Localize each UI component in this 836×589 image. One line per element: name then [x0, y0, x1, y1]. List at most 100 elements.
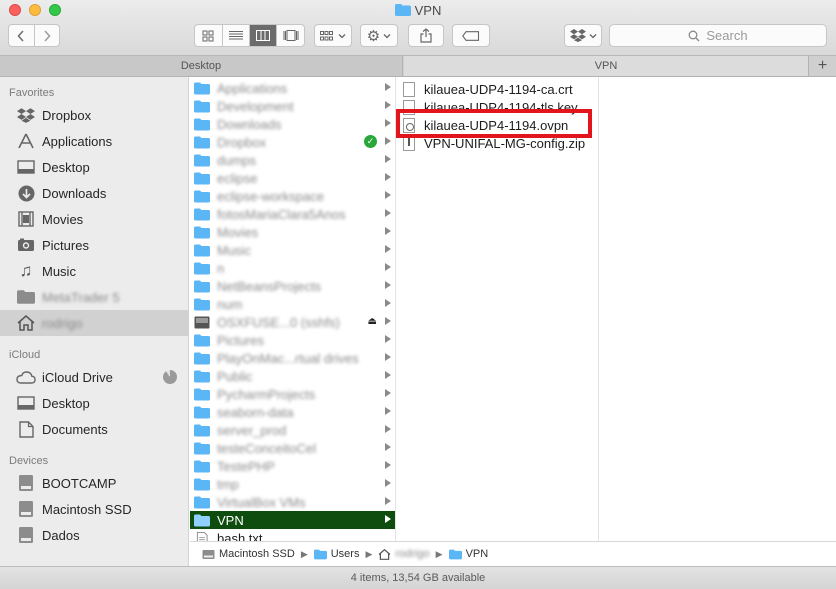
folder-icon	[16, 288, 36, 306]
sidebar-item-icloud-desktop[interactable]: Desktop	[0, 390, 189, 416]
sidebar-item-home[interactable]: rodrigo	[0, 310, 189, 336]
folder-icon	[313, 549, 327, 559]
sidebar-item-label: Music	[42, 263, 76, 279]
tab-desktop[interactable]: Desktop	[0, 56, 403, 76]
home-icon	[16, 314, 36, 332]
sidebar-item-dados[interactable]: Dados	[0, 522, 189, 548]
folder-row-vpn[interactable]: VPN	[190, 511, 395, 529]
folder-icon	[194, 388, 210, 400]
forward-button[interactable]	[35, 25, 60, 46]
search-field[interactable]: Search	[609, 24, 827, 47]
folder-row[interactable]: Dropbox ✓	[190, 133, 395, 151]
sidebar-item-label: Documents	[42, 421, 108, 437]
dropbox-menu-button[interactable]	[564, 24, 602, 47]
folder-row[interactable]: Applications	[190, 79, 395, 97]
sync-progress-icon	[163, 370, 177, 384]
folder-row[interactable]: Development	[190, 97, 395, 115]
disclosure-arrow-icon	[385, 371, 391, 379]
folder-row[interactable]: VirtualBox VMs	[190, 493, 395, 511]
path-item-vpn[interactable]: VPN	[448, 548, 488, 560]
sidebar-item-bootcamp[interactable]: BOOTCAMP	[0, 470, 189, 496]
folder-row[interactable]: PycharmProjects	[190, 385, 395, 403]
key-file-icon	[403, 99, 415, 115]
sidebar-item-macintosh-ssd[interactable]: Macintosh SSD	[0, 496, 189, 522]
folder-row[interactable]: server_prod	[190, 421, 395, 439]
disk-icon	[202, 549, 215, 559]
column-view-button[interactable]	[249, 25, 278, 46]
folder-icon	[194, 172, 210, 184]
sidebar-item-desktop[interactable]: Desktop	[0, 154, 189, 180]
gallery-view-button[interactable]	[277, 25, 304, 46]
folder-row[interactable]: Public	[190, 367, 395, 385]
eject-icon[interactable]: ⏏	[368, 316, 377, 327]
sidebar-item-icloud-drive[interactable]: iCloud Drive	[0, 364, 189, 390]
disk-icon	[16, 526, 36, 544]
disclosure-arrow-icon	[385, 191, 391, 199]
disclosure-arrow-icon	[385, 281, 391, 289]
list-icon	[228, 31, 243, 40]
folder-icon	[194, 334, 210, 346]
folder-icon	[194, 226, 210, 238]
file-row[interactable]: bash.txt	[190, 529, 395, 541]
status-bar: 4 items, 13,54 GB available	[0, 566, 836, 589]
gallery-icon	[283, 30, 299, 41]
sidebar-item-movies[interactable]: Movies	[0, 206, 189, 232]
disclosure-arrow-icon	[385, 263, 391, 271]
folder-row[interactable]: tmp	[190, 475, 395, 493]
folder-icon	[194, 208, 210, 220]
disclosure-arrow-icon	[385, 83, 391, 91]
zip-file-icon	[403, 135, 415, 151]
sidebar-item-dropbox[interactable]: Dropbox	[0, 102, 189, 128]
folder-row[interactable]: NetBeansProjects	[190, 277, 395, 295]
list-view-button[interactable]	[223, 25, 250, 46]
sidebar: Favorites Dropbox Applications Desktop D…	[0, 77, 189, 566]
tab-vpn[interactable]: VPN	[404, 56, 808, 76]
file-name: kilauea-UDP4-1194-ca.crt	[424, 81, 573, 97]
disclosure-arrow-icon	[385, 335, 391, 343]
path-item-disk[interactable]: Macintosh SSD	[202, 548, 295, 560]
item-name: Music	[217, 242, 251, 258]
action-menu-button[interactable]: ⚙	[360, 24, 398, 47]
folder-row[interactable]: seaborn-data	[190, 403, 395, 421]
path-item-home[interactable]: rodrigo	[378, 548, 430, 560]
item-name: Applications	[217, 80, 288, 96]
sidebar-item-downloads[interactable]: Downloads	[0, 180, 189, 206]
folder-row[interactable]: Movies	[190, 223, 395, 241]
file-row-ca-crt[interactable]: kilauea-UDP4-1194-ca.crt	[397, 80, 598, 98]
folder-row[interactable]: eclipse	[190, 169, 395, 187]
folder-row[interactable]: Pictures	[190, 331, 395, 349]
folder-row[interactable]: dumps	[190, 151, 395, 169]
folder-row[interactable]: fotosMariaClara5Anos	[190, 205, 395, 223]
file-name: kilauea-UDP4-1194-tls.key	[424, 99, 578, 115]
sidebar-item-label: Dados	[42, 527, 80, 543]
sidebar-item-music[interactable]: ♫ Music	[0, 258, 189, 284]
sidebar-section-favorites: Favorites	[9, 87, 55, 99]
folder-row[interactable]: num	[190, 295, 395, 313]
sidebar-item-applications[interactable]: Applications	[0, 128, 189, 154]
icon-view-button[interactable]	[195, 25, 223, 46]
back-button[interactable]	[9, 25, 35, 46]
folder-row[interactable]: Downloads	[190, 115, 395, 133]
folder-row[interactable]: Music	[190, 241, 395, 259]
folder-row[interactable]: n	[190, 259, 395, 277]
sidebar-item-pictures[interactable]: Pictures	[0, 232, 189, 258]
folder-icon	[194, 496, 210, 508]
disclosure-arrow-icon	[385, 497, 391, 505]
folder-row[interactable]: TestePHP	[190, 457, 395, 475]
file-row-config-zip[interactable]: VPN-UNIFAL-MG-config.zip	[397, 134, 598, 152]
group-by-button[interactable]	[314, 24, 352, 47]
item-name: PlayOnMac...rtual drives	[217, 350, 359, 366]
folder-row[interactable]: testeConceitoCel	[190, 439, 395, 457]
file-row-tls-key[interactable]: kilauea-UDP4-1194-tls.key	[397, 98, 598, 116]
folder-row[interactable]: eclipse-workspace	[190, 187, 395, 205]
new-tab-button[interactable]: +	[808, 56, 836, 76]
folder-row[interactable]: OSXFUSE...0 (sshfs) ⏏	[190, 313, 395, 331]
share-button[interactable]	[408, 24, 444, 47]
tags-button[interactable]	[452, 24, 490, 47]
folder-row[interactable]: PlayOnMac...rtual drives	[190, 349, 395, 367]
path-item-users[interactable]: Users	[313, 548, 359, 560]
sidebar-item-metatrader[interactable]: MetaTrader 5	[0, 284, 189, 310]
sidebar-item-documents[interactable]: Documents	[0, 416, 189, 442]
item-name: server_prod	[217, 422, 287, 438]
file-row-ovpn[interactable]: kilauea-UDP4-1194.ovpn	[397, 116, 598, 134]
